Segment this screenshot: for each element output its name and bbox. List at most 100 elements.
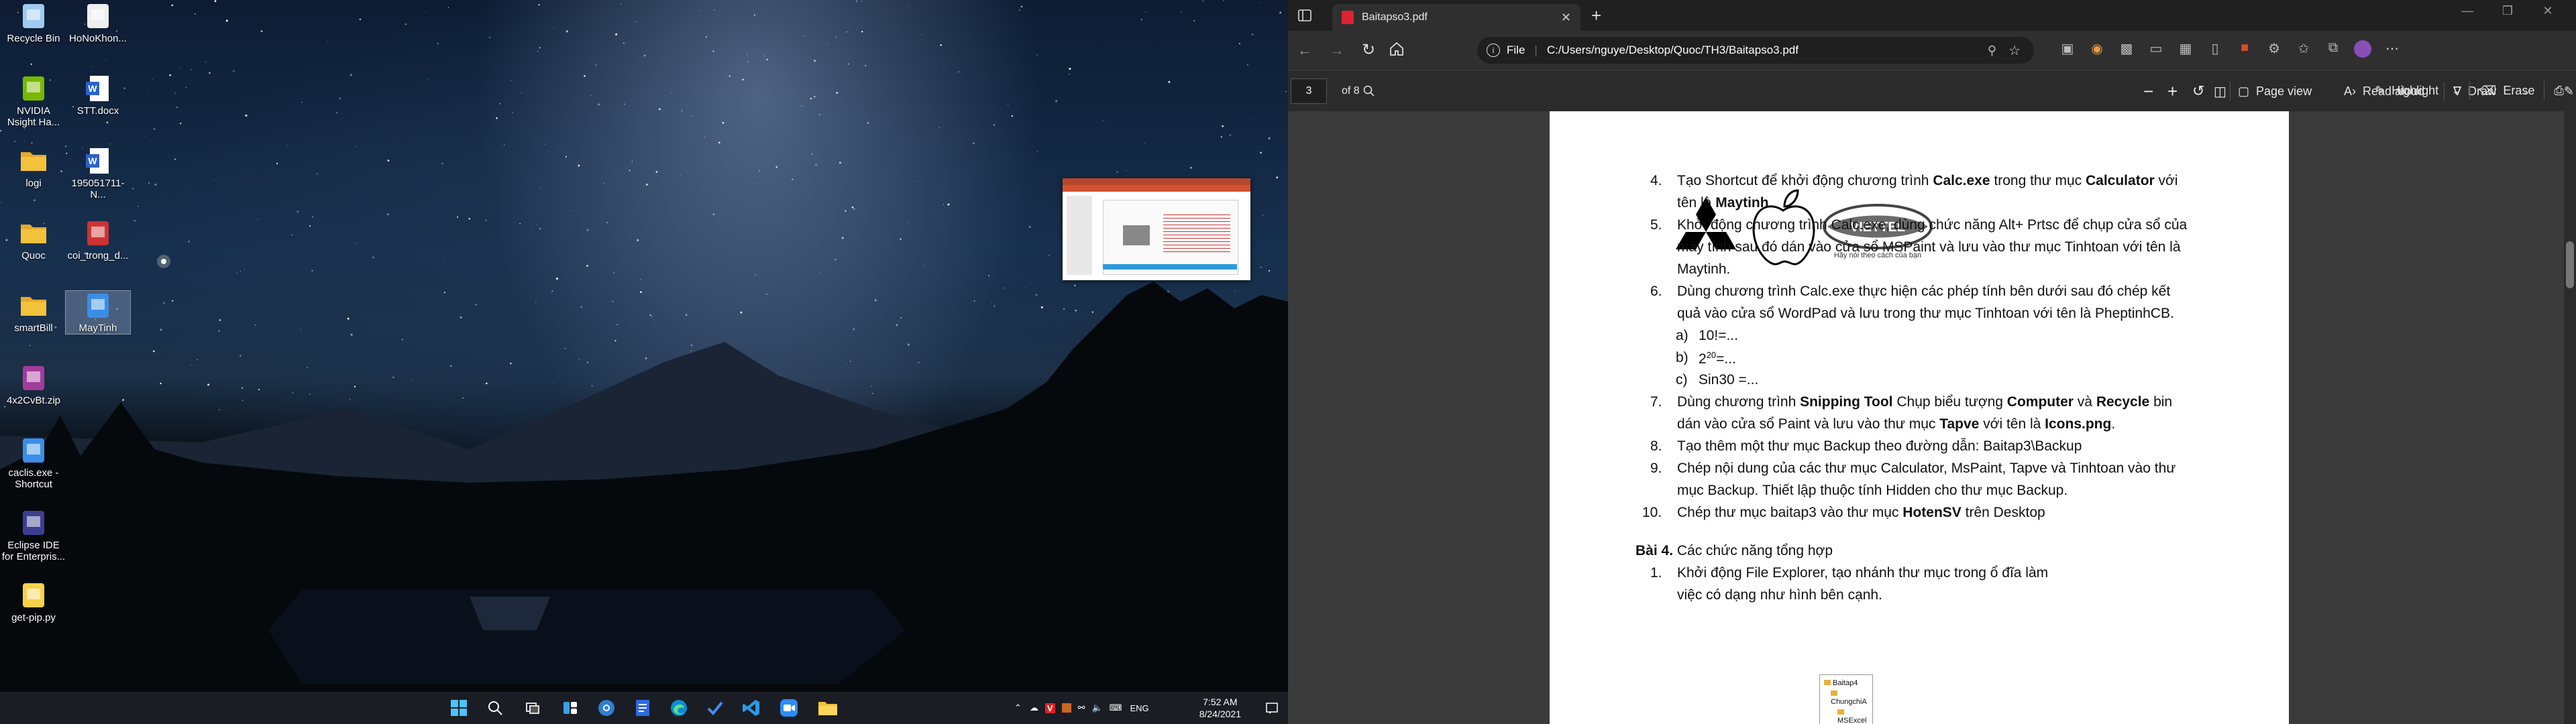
erase-label[interactable]: Erase bbox=[2503, 84, 2534, 98]
start-button[interactable] bbox=[448, 697, 470, 719]
star bbox=[698, 9, 700, 11]
document-line: 10!=... bbox=[1699, 328, 1738, 344]
windows-logo-icon bbox=[451, 700, 467, 716]
volume-icon[interactable]: 🔈 bbox=[1091, 703, 1102, 713]
star bbox=[851, 206, 854, 208]
network-icon[interactable]: ⚯ bbox=[1078, 703, 1085, 713]
forward-icon[interactable]: → bbox=[1330, 42, 1344, 59]
list-number: c) bbox=[1676, 372, 1688, 387]
tab-actions-button[interactable] bbox=[1297, 8, 1312, 26]
scrollbar[interactable] bbox=[2564, 111, 2576, 724]
text-run: máy tính sau đó dán vào cửa sổ MSPaint v… bbox=[1677, 239, 2181, 255]
star bbox=[606, 221, 608, 224]
chevron-up-icon[interactable]: ⌃ bbox=[1014, 703, 1022, 713]
desktop-icon[interactable]: NVIDIA Nsight Ha... bbox=[1, 74, 66, 128]
taskbar-app-file-explorer[interactable] bbox=[817, 697, 839, 719]
desktop-icon[interactable]: get-pip.py bbox=[1, 581, 66, 623]
favorites-icon[interactable]: ✩ bbox=[2289, 40, 2318, 58]
profile-avatar[interactable] bbox=[2354, 40, 2371, 58]
window-preview-thumbnail[interactable] bbox=[1063, 178, 1250, 280]
info-icon[interactable]: i bbox=[1487, 44, 1500, 57]
desktop-icon[interactable]: MayTinh bbox=[65, 290, 131, 335]
desktop-icon[interactable]: smartBill bbox=[1, 291, 66, 334]
extension-icon-5[interactable]: ▦ bbox=[2171, 40, 2200, 58]
taskbar-app-chrome[interactable] bbox=[596, 697, 617, 719]
video-camera-icon bbox=[780, 699, 798, 717]
desktop-icon[interactable]: W STT.docx bbox=[66, 74, 130, 117]
system-tray: ⌃ ☁ V ⚯ 🔈 ⌨ ENG bbox=[1014, 692, 1149, 724]
star bbox=[239, 126, 241, 127]
section-heading: Bài 4. Các chức năng tổng hợp bbox=[1635, 543, 1833, 559]
extension-icon-2[interactable]: ◉ bbox=[2082, 40, 2112, 58]
cloud-icon[interactable]: ☁ bbox=[1030, 703, 1038, 713]
document-line: Khởi động File Explorer, tạo nhánh thư m… bbox=[1677, 565, 2048, 581]
extension-icon-6[interactable]: ▯ bbox=[2200, 40, 2230, 58]
extension-icon-7[interactable]: ■ bbox=[2230, 40, 2259, 58]
widgets-button[interactable] bbox=[559, 697, 581, 719]
language-indicator[interactable]: ENG bbox=[1130, 703, 1148, 713]
minimize-icon[interactable]: — bbox=[2447, 4, 2487, 18]
star bbox=[604, 182, 605, 184]
desktop-icon[interactable]: Quoc bbox=[1, 219, 66, 261]
star bbox=[814, 60, 816, 62]
text-run: quả vào cửa sổ WordPad và lưu trong thư … bbox=[1677, 306, 2174, 321]
close-window-icon[interactable]: ✕ bbox=[2528, 4, 2568, 18]
list-number: 10. bbox=[1642, 505, 1662, 520]
star bbox=[629, 170, 631, 172]
taskbar-app-zoom[interactable] bbox=[778, 697, 800, 719]
desktop-icon[interactable]: coi_trong_d... bbox=[66, 219, 130, 261]
print-icon[interactable]: ⎙ bbox=[2554, 84, 2563, 98]
notifications-button[interactable] bbox=[1265, 701, 1279, 718]
highlight-options-chevron-icon[interactable]: ⌄ bbox=[2452, 85, 2460, 97]
search-button[interactable] bbox=[484, 697, 506, 719]
desktop-icon[interactable]: 4x2CvBt.zip bbox=[1, 363, 66, 406]
desktop-icon-label: get-pip.py bbox=[11, 612, 56, 623]
desktop-icon[interactable]: HoNoKhon... bbox=[66, 1, 130, 44]
document-line: mục Backup. Thiết lập thuộc tính Hidden … bbox=[1677, 483, 2068, 499]
maximize-icon[interactable]: ❐ bbox=[2487, 4, 2528, 18]
word-doc-icon: W bbox=[83, 74, 113, 103]
refresh-icon[interactable]: ↻ bbox=[1362, 40, 1375, 60]
zoom-icon[interactable]: ⚲ bbox=[1988, 44, 1996, 58]
tab-active[interactable]: Baitapso3.pdf ✕ bbox=[1332, 4, 1580, 31]
keyboard-icon[interactable]: ⌨ bbox=[1110, 703, 1122, 713]
star bbox=[555, 278, 558, 280]
pdf-viewer: VIETTEL Hãy nói theo cách của bạn 4. Tạo … bbox=[1288, 111, 2576, 724]
taskbar-app-edge[interactable] bbox=[668, 697, 690, 719]
highlight-label[interactable]: Highlight bbox=[2392, 84, 2438, 98]
star bbox=[1069, 73, 1070, 75]
back-icon[interactable]: ← bbox=[1297, 42, 1312, 59]
star bbox=[590, 95, 592, 97]
favorite-icon[interactable]: ☆ bbox=[2008, 42, 2021, 59]
clock[interactable]: 7:52 AM 8/24/2021 bbox=[1199, 696, 1241, 720]
star bbox=[947, 203, 950, 206]
taskbar-app-notepad[interactable] bbox=[632, 697, 653, 719]
more-options-icon[interactable]: ⋯ bbox=[2377, 40, 2407, 58]
list-number: 6. bbox=[1650, 284, 1662, 299]
pdf-app-tray-icon[interactable] bbox=[1061, 703, 1071, 713]
collections-icon[interactable]: ⧉ bbox=[2318, 40, 2348, 58]
home-icon[interactable] bbox=[1389, 41, 1405, 60]
extension-icon-1[interactable]: ▣ bbox=[2053, 40, 2082, 58]
star bbox=[658, 108, 661, 111]
new-tab-button[interactable]: + bbox=[1591, 5, 1601, 26]
extension-icon-3[interactable]: ▩ bbox=[2112, 40, 2141, 58]
folder-icon bbox=[818, 702, 837, 715]
taskbar-app-todo[interactable] bbox=[704, 697, 726, 719]
document-line: Sin30 =... bbox=[1699, 372, 1758, 388]
extension-icon-4[interactable]: ▭ bbox=[2141, 40, 2171, 58]
task-view-button[interactable] bbox=[522, 697, 543, 719]
vietnamese-ime-icon[interactable]: V bbox=[1044, 703, 1055, 713]
star bbox=[826, 44, 827, 45]
star bbox=[846, 31, 848, 33]
close-tab-icon[interactable]: ✕ bbox=[1561, 11, 1571, 25]
desktop-icon[interactable]: W 195051711-N... bbox=[66, 146, 130, 200]
scrollbar-thumb[interactable] bbox=[2566, 241, 2574, 288]
desktop-icon[interactable]: Eclipse IDE for Enterpris... bbox=[1, 508, 66, 562]
desktop-icon[interactable]: Recycle Bin bbox=[1, 1, 66, 44]
extension-icon-8[interactable]: ⚙ bbox=[2259, 40, 2289, 58]
taskbar-app-vscode[interactable] bbox=[741, 697, 762, 719]
desktop-icon[interactable]: caclis.exe - Shortcut bbox=[1, 436, 66, 490]
desktop-icon[interactable]: logi bbox=[1, 146, 66, 189]
address-bar[interactable]: i File | C:/Users/nguye/Desktop/Quoc/TH3… bbox=[1477, 37, 2034, 64]
